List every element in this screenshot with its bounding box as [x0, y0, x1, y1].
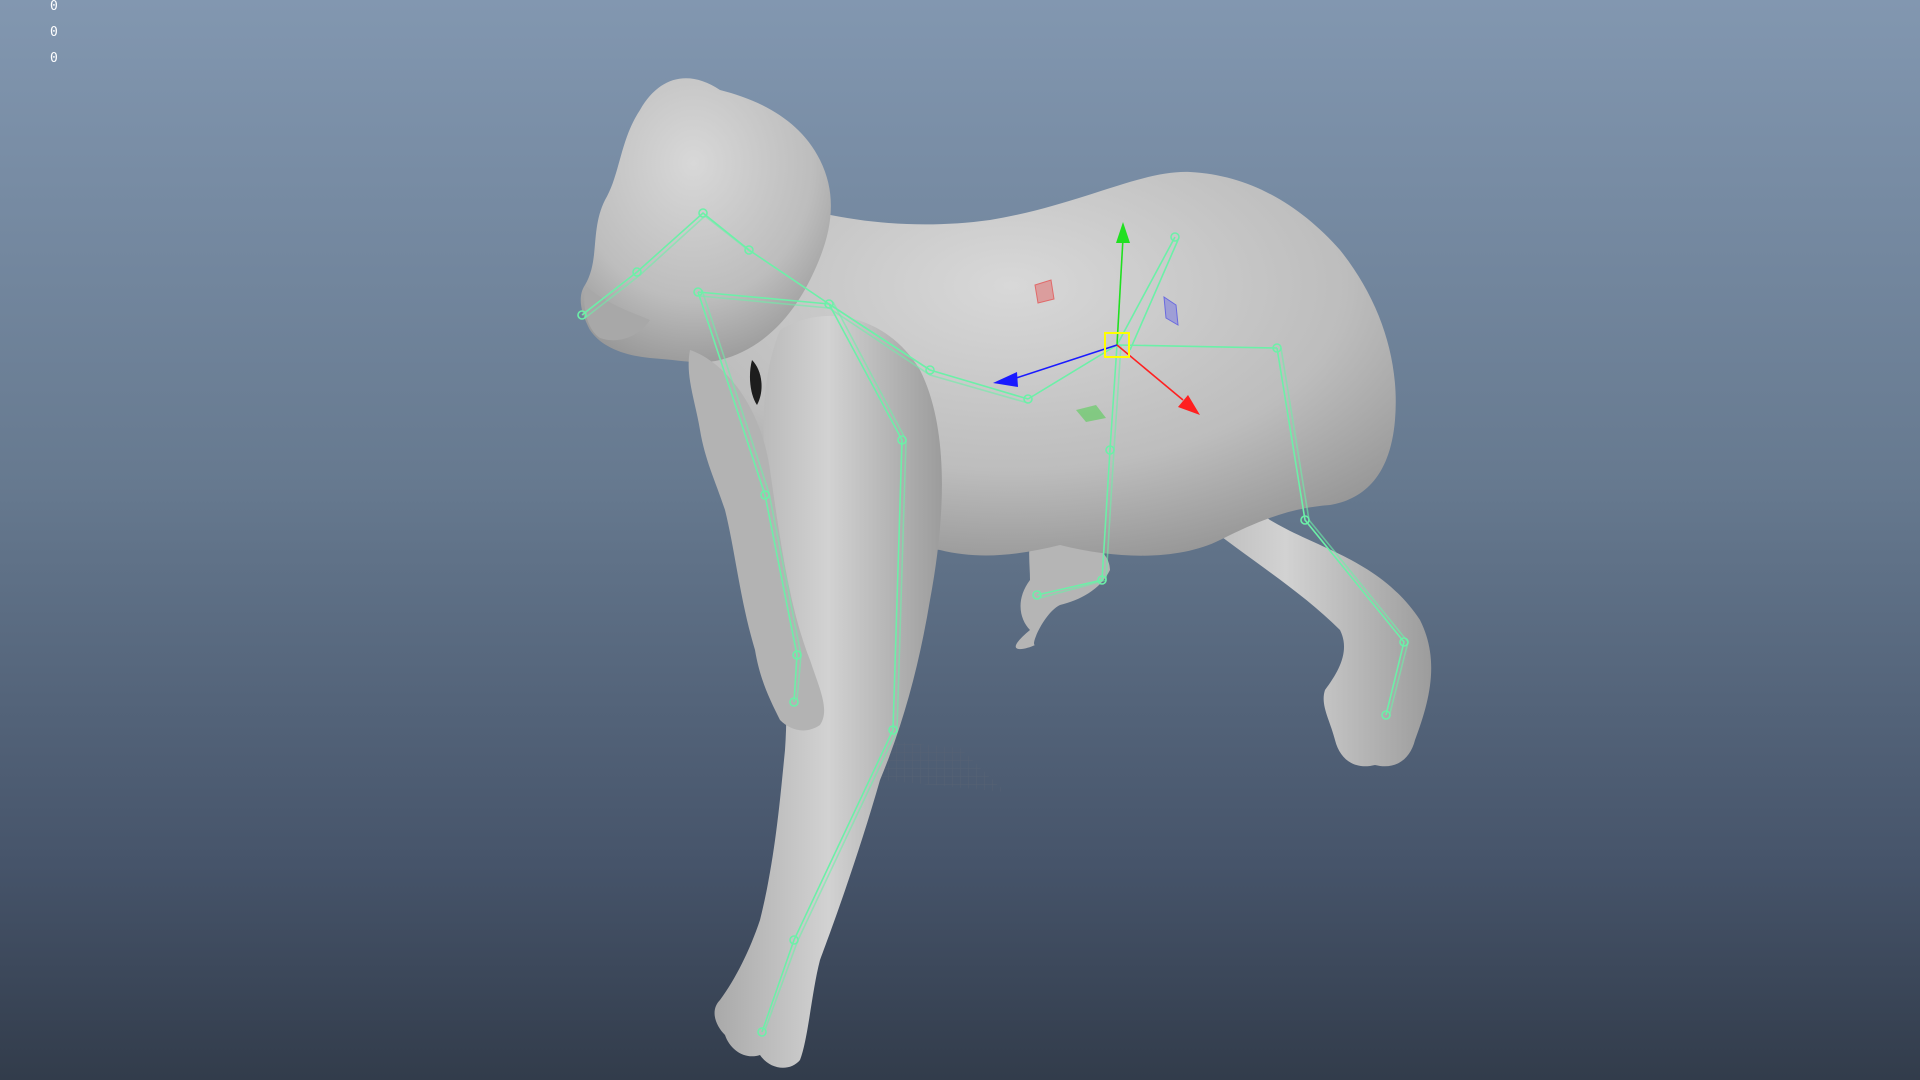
gorilla-mesh[interactable]: [580, 78, 1432, 1068]
scene-canvas[interactable]: [0, 0, 1920, 1080]
maya-viewport[interactable]: 0 0 0: [0, 0, 1920, 1080]
